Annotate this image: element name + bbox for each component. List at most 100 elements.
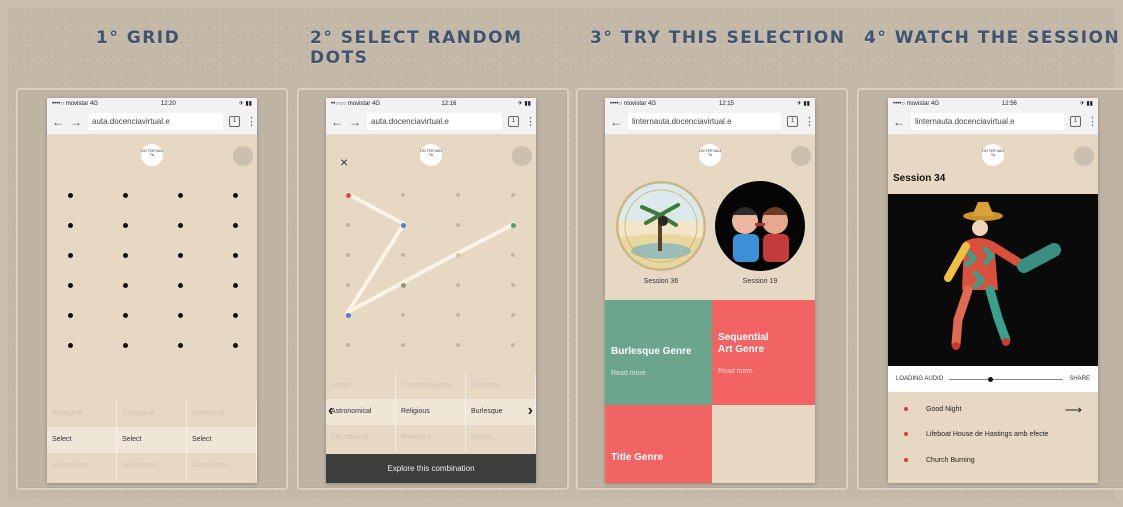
forward-arrow-icon[interactable]: →	[70, 115, 82, 129]
tabs-icon[interactable]: 1	[1070, 116, 1081, 127]
grid-dot-selected[interactable]	[346, 313, 351, 318]
grid-dot[interactable]	[123, 193, 128, 198]
grid-dot[interactable]	[233, 253, 238, 258]
grid-dot[interactable]	[123, 283, 128, 288]
grid-dot[interactable]	[123, 253, 128, 258]
category-select-cell[interactable]: Select	[47, 427, 117, 453]
grid-dot[interactable]	[68, 193, 73, 198]
category-cell-selected[interactable]: Burlesque	[466, 399, 536, 425]
grid-dot[interactable]	[456, 313, 460, 317]
category-cell[interactable]: Educational	[326, 425, 396, 451]
share-button[interactable]: SHARE	[1069, 376, 1090, 382]
session-video[interactable]	[888, 194, 1098, 366]
grid-dot[interactable]	[123, 313, 128, 318]
category-cell[interactable]: Ghosts	[466, 425, 536, 451]
track-item[interactable]: Good Night ⟶	[888, 403, 1098, 417]
overflow-menu-icon[interactable]: ⋮	[246, 115, 257, 128]
grid-dot-selected[interactable]	[346, 193, 351, 198]
linternauta-logo[interactable]: LIN TER NAU TA	[699, 144, 721, 166]
audio-player[interactable]: LOADING AUDIO SHARE	[888, 366, 1098, 392]
url-field[interactable]: auta.docenciavirtual.e	[367, 113, 502, 130]
url-field[interactable]: auta.docenciavirtual.e	[88, 113, 223, 130]
forward-arrow-icon[interactable]: →	[349, 115, 361, 129]
carousel-right-icon[interactable]: ›	[528, 402, 533, 420]
grid-dot[interactable]	[456, 223, 460, 227]
arrow-right-icon[interactable]: ⟶	[1065, 403, 1082, 417]
read-more-link[interactable]: Read more	[611, 368, 705, 380]
category-select-cell[interactable]: Select	[187, 427, 257, 453]
grid-dot[interactable]	[456, 193, 460, 197]
grid-dot[interactable]	[456, 343, 460, 347]
category-select-cell[interactable]: Select	[117, 427, 187, 453]
grid-dot[interactable]	[401, 313, 405, 317]
grid-dot[interactable]	[123, 343, 128, 348]
grid-dot[interactable]	[346, 223, 350, 227]
audio-progress-knob[interactable]	[988, 376, 994, 382]
grid-dot[interactable]	[68, 223, 73, 228]
track-item[interactable]: Church Burning	[888, 457, 1098, 464]
session-36-thumbnail[interactable]	[616, 181, 706, 271]
grid-dot[interactable]	[401, 193, 405, 197]
tabs-icon[interactable]: 1	[508, 116, 519, 127]
url-field[interactable]: linternauta.docenciavirtual.e	[911, 113, 1064, 130]
grid-dot[interactable]	[178, 313, 183, 318]
profile-circle-icon[interactable]	[233, 146, 253, 166]
back-arrow-icon[interactable]: ←	[331, 115, 343, 129]
linternauta-logo[interactable]: LIN TER NAU TA	[420, 144, 442, 166]
overflow-menu-icon[interactable]: ⋮	[525, 115, 536, 128]
profile-circle-icon[interactable]	[1074, 146, 1094, 166]
tabs-icon[interactable]: 1	[229, 116, 240, 127]
grid-dot[interactable]	[401, 343, 405, 347]
grid-dot[interactable]	[511, 343, 515, 347]
grid-dot[interactable]	[511, 313, 515, 317]
linternauta-logo[interactable]: LIN TER NAU TA	[982, 144, 1004, 166]
category-cell[interactable]: Zoological	[117, 401, 187, 427]
url-field[interactable]: linternauta.docenciavirtual.e	[628, 113, 781, 130]
session-36-label[interactable]: Session 36	[616, 278, 706, 285]
grid-dot[interactable]	[233, 343, 238, 348]
category-cell[interactable]: Biological	[47, 401, 117, 427]
grid-dot[interactable]	[178, 223, 183, 228]
back-arrow-icon[interactable]: ←	[52, 115, 64, 129]
genre-burlesque-text[interactable]: Burlesque Genre Read more	[605, 346, 705, 380]
grid-dot[interactable]	[233, 223, 238, 228]
linternauta-logo[interactable]: LIN TER NAU TA	[141, 144, 163, 166]
close-icon[interactable]: ×	[340, 154, 348, 170]
audio-progress-track[interactable]	[949, 376, 1064, 382]
category-cell[interactable]: Artistic	[326, 373, 396, 399]
back-arrow-icon[interactable]: ←	[610, 115, 622, 129]
profile-circle-icon[interactable]	[791, 146, 811, 166]
grid-dot[interactable]	[178, 283, 183, 288]
grid-dot[interactable]	[346, 343, 350, 347]
grid-dot[interactable]	[401, 253, 405, 257]
category-cell[interactable]: Adventures	[117, 453, 187, 479]
grid-dot[interactable]	[178, 193, 183, 198]
genre-title-text[interactable]: Title Genre	[605, 452, 665, 464]
overflow-menu-icon[interactable]: ⋮	[1087, 115, 1098, 128]
category-cell[interactable]: Adventures	[47, 453, 117, 479]
grid-dot-selected[interactable]	[401, 223, 406, 228]
grid-dot-selected[interactable]	[511, 223, 516, 228]
grid-dot[interactable]	[456, 283, 460, 287]
carousel-left-icon[interactable]: ‹	[328, 402, 333, 420]
grid-dot[interactable]	[178, 253, 183, 258]
grid-dot[interactable]	[178, 343, 183, 348]
grid-dot[interactable]	[511, 283, 515, 287]
overflow-menu-icon[interactable]: ⋮	[804, 115, 815, 128]
category-cell[interactable]: Romance	[396, 425, 466, 451]
genre-sequential-text[interactable]: Sequential Art Genre Read more	[712, 332, 776, 378]
back-arrow-icon[interactable]: ←	[893, 115, 905, 129]
tabs-icon[interactable]: 1	[787, 116, 798, 127]
profile-circle-icon[interactable]	[512, 146, 532, 166]
grid-dot[interactable]	[233, 193, 238, 198]
grid-dot[interactable]	[511, 253, 515, 257]
grid-dot[interactable]	[68, 283, 73, 288]
session-19-label[interactable]: Session 19	[715, 278, 805, 285]
read-more-link[interactable]: Read more	[718, 366, 776, 378]
category-cell-selected[interactable]: Astronomical	[326, 399, 396, 425]
grid-dot[interactable]	[123, 223, 128, 228]
explore-combination-button[interactable]: Explore this combination	[326, 454, 536, 483]
grid-dot[interactable]	[68, 313, 73, 318]
grid-dot-selected[interactable]	[456, 253, 461, 258]
grid-dot[interactable]	[233, 313, 238, 318]
